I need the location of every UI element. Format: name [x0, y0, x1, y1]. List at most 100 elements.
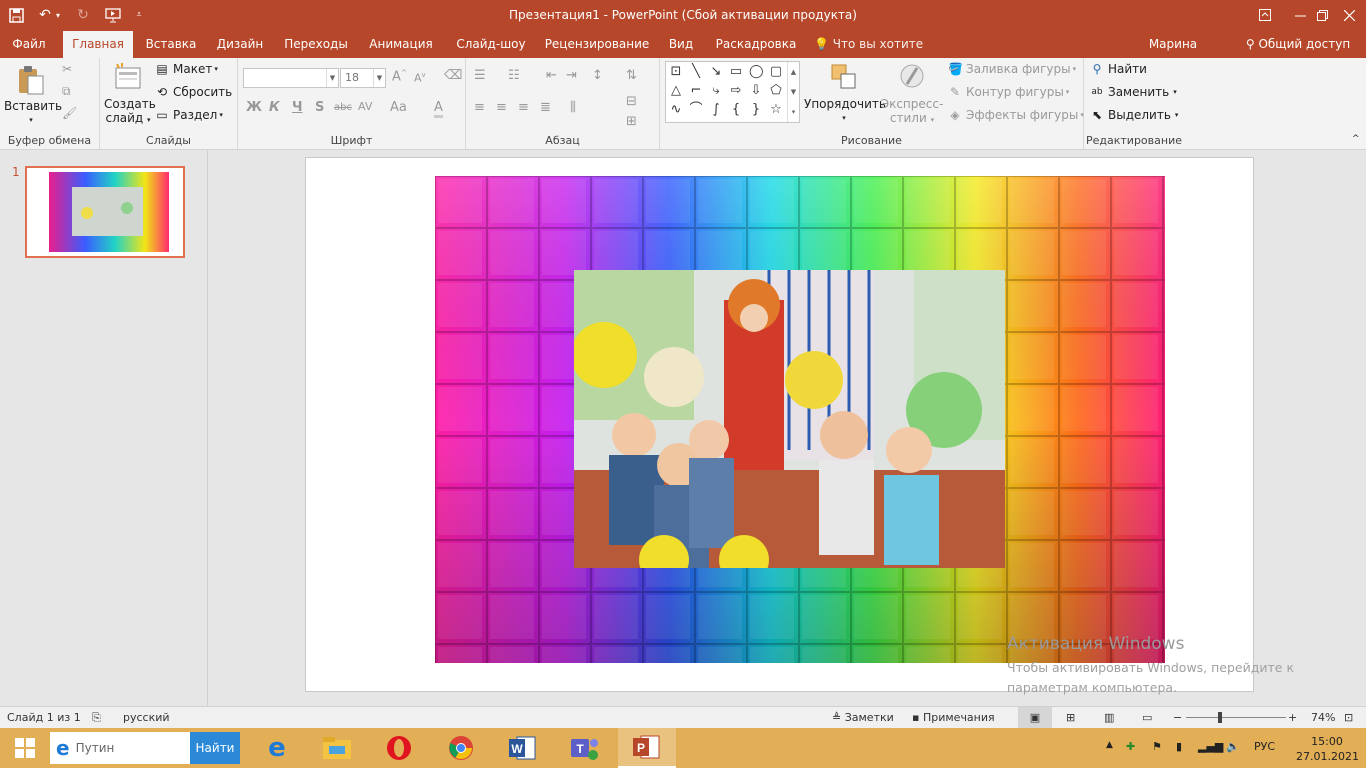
- format-painter-icon[interactable]: 🖌: [62, 106, 77, 120]
- elbow-arrow-icon[interactable]: ⤷: [709, 84, 723, 98]
- character-spacing-button[interactable]: AV: [358, 100, 372, 113]
- arrow-line-shape-icon[interactable]: ↘: [709, 65, 723, 79]
- bold-button[interactable]: Ж: [246, 100, 262, 115]
- tab-design[interactable]: Дизайн: [212, 31, 268, 58]
- ribbon-display-options-icon[interactable]: [1248, 0, 1282, 30]
- elbow-connector-icon[interactable]: ⌐: [689, 84, 703, 98]
- zoom-level[interactable]: 74%: [1311, 711, 1335, 724]
- close-button[interactable]: [1332, 0, 1366, 30]
- zoom-in-button[interactable]: +: [1288, 711, 1297, 724]
- font-size-combo[interactable]: 18 ▼: [340, 68, 386, 88]
- rectangle-shape-icon[interactable]: ▭: [729, 65, 743, 79]
- align-right-icon[interactable]: ≡: [518, 100, 529, 115]
- teams-icon[interactable]: T: [556, 728, 614, 768]
- network-icon[interactable]: ▂▄▆: [1198, 740, 1223, 753]
- italic-button[interactable]: К: [269, 100, 280, 115]
- text-direction-icon[interactable]: ⇅: [626, 68, 637, 83]
- section-button[interactable]: ▭ Раздел ▾: [155, 108, 223, 122]
- input-language[interactable]: РУС: [1254, 740, 1275, 753]
- font-name-combo[interactable]: ▼: [243, 68, 339, 88]
- slideshow-view-icon[interactable]: ▭: [1142, 711, 1152, 724]
- fit-to-window-icon[interactable]: ⊡: [1344, 711, 1353, 724]
- taskbar-search-button[interactable]: Найти: [190, 732, 240, 764]
- smartart-icon[interactable]: ⊞: [626, 114, 637, 129]
- star-shape-icon[interactable]: ☆: [769, 103, 783, 117]
- ie-icon[interactable]: e: [248, 728, 306, 768]
- tab-review[interactable]: Рецензирование: [544, 31, 650, 58]
- comments-button[interactable]: ▪ Примечания: [912, 711, 995, 724]
- tab-transitions[interactable]: Переходы: [280, 31, 352, 58]
- line-shape-icon[interactable]: ╲: [689, 65, 703, 79]
- slide-thumbnail[interactable]: [25, 166, 185, 258]
- reading-view-icon[interactable]: ▥: [1104, 711, 1114, 724]
- curve-shape-icon[interactable]: ∫: [709, 103, 723, 117]
- cut-icon[interactable]: ✂: [62, 62, 72, 76]
- battery-icon[interactable]: ▮: [1176, 740, 1182, 753]
- shape-outline-button[interactable]: ✎ Контур фигуры ▾: [948, 85, 1069, 99]
- children-party-photo[interactable]: [574, 270, 1005, 568]
- paste-button[interactable]: Вставить ▾: [4, 64, 62, 127]
- tray-expand-icon[interactable]: ▲: [1106, 740, 1113, 750]
- down-arrow-shape-icon[interactable]: ⇩: [749, 84, 763, 98]
- clock[interactable]: 15:00 27.01.2021: [1296, 734, 1359, 764]
- numbering-icon[interactable]: ☷: [508, 68, 520, 83]
- textbox-shape-icon[interactable]: ⊡: [669, 65, 683, 79]
- triangle-shape-icon[interactable]: △: [669, 84, 683, 98]
- tab-animations[interactable]: Анимация: [364, 31, 438, 58]
- text-shadow-button[interactable]: S: [315, 100, 324, 115]
- font-color-button[interactable]: A: [434, 100, 443, 118]
- decrease-font-icon[interactable]: Av: [414, 71, 426, 85]
- chevron-down-icon[interactable]: ▼: [326, 69, 338, 87]
- justify-icon[interactable]: ≣: [540, 100, 551, 115]
- columns-icon[interactable]: ⫼: [570, 100, 576, 115]
- pentagon-shape-icon[interactable]: ⬠: [769, 84, 783, 98]
- chevron-down-icon[interactable]: ▼: [373, 69, 385, 87]
- taskbar-search-input[interactable]: e Путин: [50, 732, 190, 764]
- powerpoint-icon[interactable]: P: [618, 728, 676, 768]
- strikethrough-button[interactable]: abc: [334, 102, 352, 113]
- select-button[interactable]: ⬉ Выделить ▾: [1090, 108, 1178, 122]
- find-button[interactable]: ⚲ Найти: [1090, 62, 1147, 76]
- freeform-shape-icon[interactable]: ∿: [669, 103, 683, 117]
- user-name[interactable]: Марина Нивалёнова: [1110, 31, 1236, 78]
- tab-view[interactable]: Вид: [662, 31, 700, 58]
- start-button[interactable]: [0, 728, 50, 768]
- quick-styles-button[interactable]: Экспресс- стили ▾: [880, 62, 944, 127]
- change-case-button[interactable]: Aa: [390, 100, 407, 115]
- spellcheck-icon[interactable]: ⎘: [92, 711, 101, 725]
- decrease-indent-icon[interactable]: ⇤: [546, 68, 557, 83]
- slide-sorter-icon[interactable]: ⊞: [1066, 711, 1075, 724]
- oval-shape-icon[interactable]: ◯: [749, 65, 764, 79]
- collapse-ribbon-icon[interactable]: ^: [1352, 134, 1360, 144]
- align-left-icon[interactable]: ≡: [474, 100, 485, 115]
- reset-button[interactable]: ⟲ Сбросить: [155, 85, 232, 99]
- increase-font-icon[interactable]: A^: [392, 69, 407, 84]
- clear-formatting-icon[interactable]: ⌫: [444, 68, 462, 83]
- bullets-icon[interactable]: ☰: [474, 68, 486, 83]
- tab-file[interactable]: Файл: [0, 31, 58, 58]
- zoom-slider[interactable]: [1186, 717, 1286, 718]
- increase-indent-icon[interactable]: ⇥: [566, 68, 577, 83]
- normal-view-button[interactable]: ▣: [1018, 707, 1052, 728]
- new-slide-button[interactable]: Создать слайд ▾: [104, 62, 156, 127]
- tab-home[interactable]: Главная: [63, 31, 133, 58]
- tab-insert[interactable]: Вставка: [140, 31, 202, 58]
- chrome-icon[interactable]: [432, 728, 490, 768]
- language-indicator[interactable]: русский: [123, 711, 170, 724]
- shapes-gallery[interactable]: ⊡ ╲ ↘ ▭ ◯ ▢ △ ⌐ ⤷ ⇨ ⇩ ⬠ ∿ ⌒ ∫ { } ☆ ▲ ▼ ▾: [665, 61, 800, 123]
- shape-fill-button[interactable]: 🪣 Заливка фигуры ▾: [948, 62, 1076, 76]
- share-button[interactable]: ⚲ Общий доступ: [1243, 31, 1353, 58]
- tell-me-box[interactable]: 💡 Что вы хотите сделать?: [814, 31, 964, 78]
- zoom-out-button[interactable]: −: [1173, 711, 1182, 724]
- copy-icon[interactable]: ⧉: [62, 84, 71, 99]
- word-icon[interactable]: W: [494, 728, 552, 768]
- volume-icon[interactable]: 🔈: [1226, 740, 1240, 753]
- gallery-scroll[interactable]: ▲ ▼ ▾: [787, 62, 799, 122]
- line-spacing-icon[interactable]: ↕: [592, 68, 603, 83]
- notes-button[interactable]: ≜ Заметки: [832, 711, 894, 724]
- opera-icon[interactable]: [370, 728, 428, 768]
- right-arrow-shape-icon[interactable]: ⇨: [729, 84, 743, 98]
- left-brace-shape-icon[interactable]: {: [729, 103, 743, 117]
- replace-button[interactable]: ab Заменить ▾: [1090, 85, 1176, 99]
- file-explorer-icon[interactable]: [308, 728, 366, 768]
